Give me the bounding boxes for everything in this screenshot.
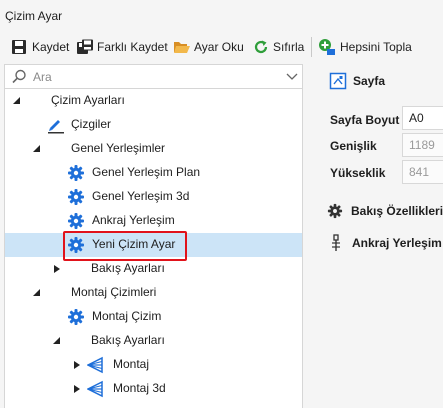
properties-panel: Sayfa Sayfa Boyut A0 Genişlik 1189 Yükse… xyxy=(303,64,443,408)
collapsed-arrow-icon[interactable] xyxy=(71,359,83,371)
page-section-label: Sayfa xyxy=(353,74,386,88)
folder-open-icon xyxy=(173,38,191,56)
gear-icon xyxy=(67,236,85,254)
toolbar-separator xyxy=(311,37,312,57)
anchor-icon xyxy=(329,234,343,252)
tree-node-label: Montaj Çizim xyxy=(92,309,162,323)
tree-node-cizgiler[interactable]: Çizgiler xyxy=(5,113,302,137)
tree-node-label: Montaj xyxy=(113,357,150,371)
gear-icon xyxy=(327,203,343,219)
tree-node-label: Bakış Ayarları xyxy=(91,333,165,347)
tree-node-label: Ankraj Yerleşim xyxy=(92,213,175,227)
anchor-section-header[interactable]: Ankraj Yerleşim xyxy=(329,232,442,254)
tree-node-label: Genel Yerleşim Plan xyxy=(92,165,201,179)
view-cone-icon xyxy=(86,356,105,374)
save-as-label: Farklı Kaydet xyxy=(97,40,168,54)
expanded-arrow-icon[interactable] xyxy=(11,95,23,107)
tree-node-label: Genel Yerleşim 3d xyxy=(92,189,190,203)
page-icon xyxy=(329,72,347,90)
save-label: Kaydet xyxy=(32,40,70,54)
pen-icon xyxy=(47,116,65,134)
tree-node-genel-yerlesimler[interactable]: Genel Yerleşimler xyxy=(5,137,302,161)
toolbar: Kaydet Farklı Kaydet Ayar Oku Sıfırla He… xyxy=(0,34,443,62)
search-input[interactable] xyxy=(33,67,263,87)
collapsed-arrow-icon[interactable] xyxy=(71,383,83,395)
reset-label: Sıfırla xyxy=(273,40,305,54)
save-as-button[interactable]: Farklı Kaydet xyxy=(76,34,168,60)
collapse-all-icon xyxy=(318,38,336,56)
gear-icon xyxy=(67,164,85,182)
view-properties-label: Bakış Özellikleri xyxy=(351,204,443,218)
tree-node-cizim-ayarlari[interactable]: Çizim Ayarları xyxy=(5,89,302,113)
gear-icon xyxy=(67,188,85,206)
width-row: Genişlik xyxy=(330,134,377,158)
reset-button[interactable]: Sıfırla xyxy=(252,34,304,60)
tree-node-label: Montaj Çizimleri xyxy=(71,285,157,299)
tree-node-label: Çizgiler xyxy=(71,117,112,131)
collapse-all-label: Hepsini Topla xyxy=(340,40,412,54)
open-settings-button[interactable]: Ayar Oku xyxy=(173,34,244,60)
height-label: Yükseklik xyxy=(330,166,386,180)
tree-node-genel-yerlesim-plan[interactable]: Genel Yerleşim Plan xyxy=(5,161,302,185)
height-field[interactable]: 841 xyxy=(402,160,443,184)
gear-icon xyxy=(67,212,85,230)
width-field[interactable]: 1189 xyxy=(402,133,443,157)
tree-node-montaj-cizimleri[interactable]: Montaj Çizimleri xyxy=(5,281,302,305)
chevron-down-icon[interactable] xyxy=(285,70,299,84)
tree-node-label: Yeni Çizim Ayar xyxy=(92,237,176,251)
tree-node-label: Bakış Ayarları xyxy=(91,261,165,275)
page-size-row: Sayfa Boyut xyxy=(330,108,399,132)
save-button[interactable]: Kaydet xyxy=(10,34,69,60)
save-as-icon xyxy=(76,38,94,56)
page-size-label: Sayfa Boyut xyxy=(330,113,400,127)
collapse-all-button[interactable]: Hepsini Topla xyxy=(318,34,412,60)
tree-node-label: Montaj 3d xyxy=(113,381,166,395)
view-cone-icon xyxy=(86,380,105,398)
width-label: Genişlik xyxy=(330,139,377,153)
tree-node-yeni-cizim-ayar[interactable]: Yeni Çizim Ayar xyxy=(5,233,302,257)
tree-node-montaj-3d[interactable]: Montaj 3d xyxy=(5,377,302,401)
tree-node-montaj[interactable]: Montaj xyxy=(5,353,302,377)
height-row: Yükseklik xyxy=(330,161,385,185)
gear-icon xyxy=(67,308,85,326)
expanded-arrow-icon[interactable] xyxy=(31,143,43,155)
tree-node-genel-yerlesim-3d[interactable]: Genel Yerleşim 3d xyxy=(5,185,302,209)
title-bar: Çizim Ayar xyxy=(0,0,443,32)
expanded-arrow-icon[interactable] xyxy=(51,335,63,347)
settings-tree-panel: Çizim Ayarları Çizgiler Genel Yerleşimle… xyxy=(4,64,303,408)
search-icon xyxy=(11,69,27,85)
search-box xyxy=(5,65,302,89)
tree-node-label: Çizim Ayarları xyxy=(51,93,125,107)
tree-node-label: Genel Yerleşimler xyxy=(71,141,166,155)
save-icon xyxy=(10,38,28,56)
collapsed-arrow-icon[interactable] xyxy=(51,263,63,275)
page-size-field[interactable]: A0 xyxy=(402,106,443,130)
window-title: Çizim Ayar xyxy=(5,9,63,23)
tree-node-ankraj-yerlesim[interactable]: Ankraj Yerleşim xyxy=(5,209,302,233)
page-section-header[interactable]: Sayfa xyxy=(329,71,385,91)
tree-node-bakis-ayarlari-montaj[interactable]: Bakış Ayarları xyxy=(5,329,302,353)
view-properties-section-header[interactable]: Bakış Özellikleri xyxy=(327,200,443,222)
tree-node-bakis-ayarlari[interactable]: Bakış Ayarları xyxy=(5,257,302,281)
expanded-arrow-icon[interactable] xyxy=(31,287,43,299)
tree-node-montaj-cizim[interactable]: Montaj Çizim xyxy=(5,305,302,329)
anchor-section-label: Ankraj Yerleşim xyxy=(352,236,442,250)
open-settings-label: Ayar Oku xyxy=(194,40,244,54)
refresh-icon xyxy=(252,38,270,56)
